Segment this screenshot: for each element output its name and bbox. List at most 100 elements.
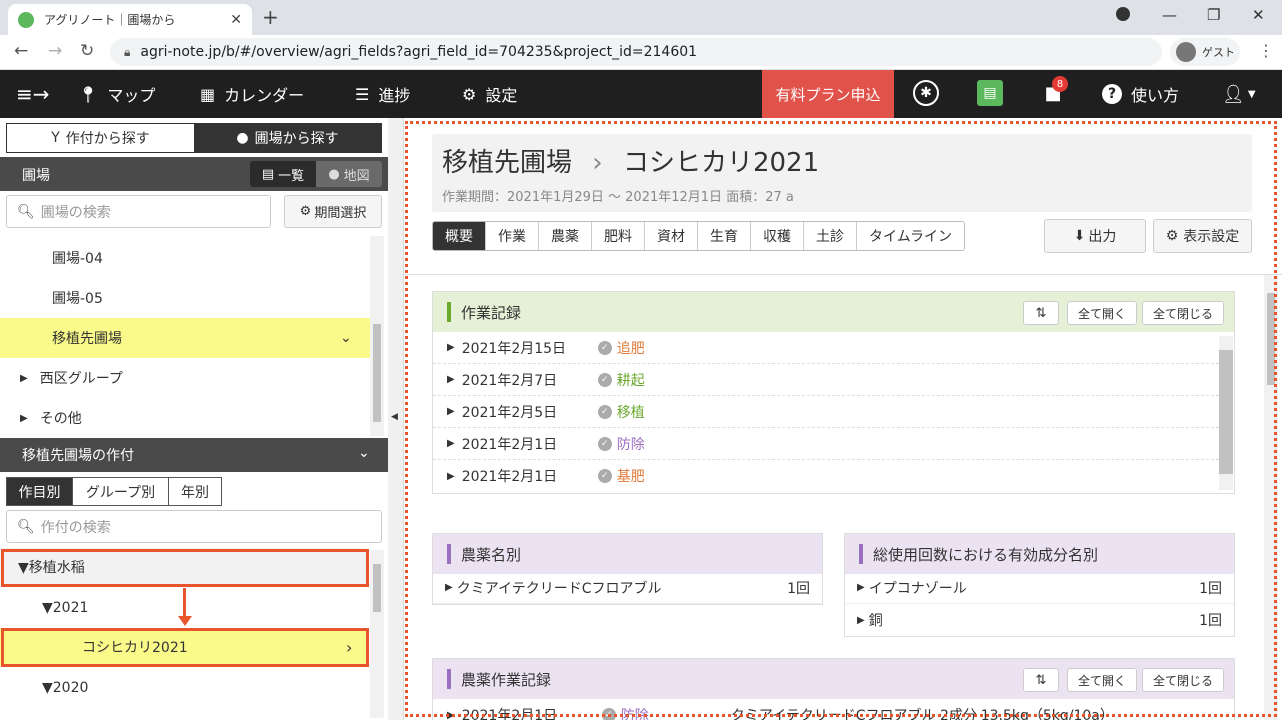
work-record-row[interactable]: ▶ 2021年2月1日 ✓ 防除 — [433, 428, 1219, 460]
new-tab-icon[interactable]: + — [262, 5, 279, 29]
notebook-icon[interactable]: ▤ — [977, 80, 1003, 106]
work-date: 2021年2月5日 — [461, 404, 558, 421]
sort-button[interactable]: ⇅ — [1023, 668, 1059, 692]
minimize-icon[interactable]: — — [1162, 6, 1177, 24]
nav-settings[interactable]: ⚙ 設定 — [462, 70, 517, 118]
tab-material[interactable]: 資材 — [645, 222, 698, 250]
field-search-input[interactable]: 🔍︎ 圃場の検索 — [6, 195, 271, 228]
help-link[interactable]: ? 使い方 — [1102, 70, 1179, 118]
reload-icon[interactable]: ↻ — [80, 41, 94, 61]
chevron-right-icon: › — [592, 148, 603, 178]
crop-search-input[interactable]: 🔍︎ 作付の検索 — [6, 510, 382, 543]
open-all-button[interactable]: 全て開く — [1067, 301, 1137, 325]
group-item[interactable]: ▶ その他 — [0, 398, 370, 438]
work-task: 追肥 — [616, 340, 645, 357]
ingredient-row[interactable]: ▶ イプコナゾール 1回 — [845, 572, 1234, 604]
scrollbar-thumb[interactable] — [373, 324, 381, 422]
map-view-button[interactable]: ● 地図 — [316, 161, 382, 187]
profile-button[interactable]: ゲスト — [1170, 38, 1240, 66]
sidebar-collapse-handle[interactable]: ◀ — [388, 118, 404, 720]
back-icon[interactable]: ← — [14, 41, 28, 61]
pesticide-record-amount: 13.5kg（5kg/10a） — [980, 708, 1114, 720]
close-tab-icon[interactable]: ✕ — [230, 12, 242, 28]
ingredient-row[interactable]: ▶ 銅 1回 — [845, 604, 1234, 636]
close-window-icon[interactable]: ✕ — [1252, 6, 1265, 24]
crops-title: 移植先圃場の作付 — [22, 448, 134, 464]
url-input[interactable]: 🔒︎ agri-note.jp/b/#/overview/agri_fields… — [110, 38, 1162, 66]
close-all-button[interactable]: 全て閉じる — [1142, 301, 1224, 325]
asterisk-icon[interactable]: ✱ — [913, 80, 939, 106]
pesticide-records-panel: 農薬作業記録 ⇅ 全て開く 全て閉じる ▶ 2021年2月1日 ✓ 防除 クミア… — [432, 658, 1235, 720]
help-icon: ? — [1102, 84, 1122, 104]
work-task: 耕起 — [616, 372, 645, 389]
tab-overview[interactable]: 概要 — [433, 222, 486, 250]
maximize-icon[interactable]: ❐ — [1207, 6, 1220, 24]
export-button[interactable]: ⬇ 出力 — [1044, 219, 1146, 253]
tab-fertilizer[interactable]: 肥料 — [592, 222, 645, 250]
browser-tab[interactable]: アグリノート｜圃場から ✕ — [8, 4, 252, 35]
nav-map[interactable]: 📍︎ マップ — [78, 70, 155, 118]
work-record-row[interactable]: ▶ 2021年2月7日 ✓ 耕起 — [433, 364, 1219, 396]
menu-toggle-icon[interactable]: ≡→ — [16, 82, 50, 106]
ingredient-count: 1回 — [1199, 580, 1222, 597]
list-icon: ▤ — [261, 166, 275, 182]
field-item-selected[interactable]: 移植先圃場 ⌄ — [0, 318, 370, 358]
crop-tree-item[interactable]: ▼2020 — [0, 668, 370, 708]
list-view-button[interactable]: ▤ 一覧 — [250, 161, 316, 187]
main-scrollbar[interactable] — [1264, 275, 1278, 720]
fields-header: 圃場 ▤ 一覧 ● 地図 — [0, 157, 388, 191]
period-select-button[interactable]: ⚙ 期間選択 — [284, 195, 382, 228]
pesticide-record-row[interactable]: ▶ 2021年2月1日 ✓ 防除 クミアイテクリードCフロアブル 2成分 13.… — [447, 705, 1114, 720]
tab-by-year[interactable]: 年別 — [169, 478, 221, 505]
close-all-button[interactable]: 全て閉じる — [1142, 668, 1224, 692]
pesticide-row[interactable]: ▶ クミアイテクリードCフロアブル 1回 — [433, 572, 822, 604]
display-settings-button[interactable]: ⚙ 表示設定 — [1153, 219, 1252, 253]
nav-progress[interactable]: ☰ 進捗 — [355, 70, 410, 118]
search-by-field-tab[interactable]: ● 圃場から探す — [194, 124, 381, 152]
search-by-crop-tab[interactable]: Y 作付から探す — [7, 124, 194, 152]
nav-calendar[interactable]: ▦ カレンダー — [200, 70, 304, 118]
field-search-placeholder: 圃場の検索 — [40, 204, 111, 221]
browser-menu-icon[interactable]: ⋮ — [1258, 41, 1274, 60]
work-record-row[interactable]: ▶ 2021年2月15日 ✓ 追肥 — [433, 332, 1219, 364]
scrollbar-thumb[interactable] — [1219, 350, 1233, 474]
search-by-field-label: 圃場から探す — [254, 131, 339, 147]
crops-header[interactable]: 移植先圃場の作付 ⌄ — [0, 438, 388, 472]
open-all-button[interactable]: 全て開く — [1067, 668, 1137, 692]
work-task: 防除 — [616, 436, 645, 453]
tab-work[interactable]: 作業 — [486, 222, 539, 250]
period-select-label: 期間選択 — [314, 206, 367, 221]
paid-plan-button[interactable]: 有料プラン申込 — [762, 70, 894, 118]
tab-by-crop[interactable]: 作目別 — [7, 478, 73, 505]
field-item[interactable]: 圃場-04 — [0, 238, 370, 278]
pesticide-by-name-title: 農薬名別 — [461, 545, 522, 564]
field-item[interactable]: 圃場-05 — [0, 278, 370, 318]
frog-favicon-icon — [18, 11, 34, 28]
expand-arrow-icon: ▶ — [445, 582, 453, 593]
user-menu[interactable]: 👤︎ ▼ — [1222, 70, 1256, 118]
scrollbar-thumb[interactable] — [373, 564, 381, 612]
crop-list-scrollbar[interactable] — [370, 550, 384, 718]
work-records-scrollbar[interactable] — [1219, 336, 1233, 490]
tab-timeline[interactable]: タイムライン — [857, 222, 965, 250]
media-icon[interactable] — [1116, 7, 1130, 21]
tab-pesticide[interactable]: 農薬 — [539, 222, 592, 250]
ingredient-name: 銅 — [868, 613, 883, 629]
group-item[interactable]: ▶ 西区グループ — [0, 358, 370, 398]
tab-harvest[interactable]: 収穫 — [751, 222, 804, 250]
message-icon[interactable]: ■ 8 — [1040, 76, 1068, 106]
browser-tab-bar: アグリノート｜圃場から ✕ + — ❐ ✕ — [0, 0, 1282, 35]
work-record-row[interactable]: ▶ 2021年2月1日 ✓ 基肥 — [433, 460, 1219, 492]
field-list-scrollbar[interactable] — [370, 236, 384, 436]
tab-growth[interactable]: 生育 — [698, 222, 751, 250]
tab-soil[interactable]: 土診 — [804, 222, 857, 250]
forward-icon[interactable]: → — [48, 41, 62, 61]
work-record-row[interactable]: ▶ 2021年2月5日 ✓ 移植 — [433, 396, 1219, 428]
main-content: 移植先圃場 › コシヒカリ2021 作業期間：2021年1月29日 ～ 2021… — [404, 118, 1282, 720]
sort-button[interactable]: ⇅ — [1023, 301, 1059, 325]
pesticide-name: クミアイテクリードCフロアブル — [456, 580, 662, 597]
scrollbar-thumb[interactable] — [1267, 293, 1275, 385]
tab-by-group[interactable]: グループ別 — [73, 478, 169, 505]
pesticide-by-name-header: 農薬名別 — [433, 534, 822, 574]
work-date: 2021年2月15日 — [461, 340, 567, 357]
